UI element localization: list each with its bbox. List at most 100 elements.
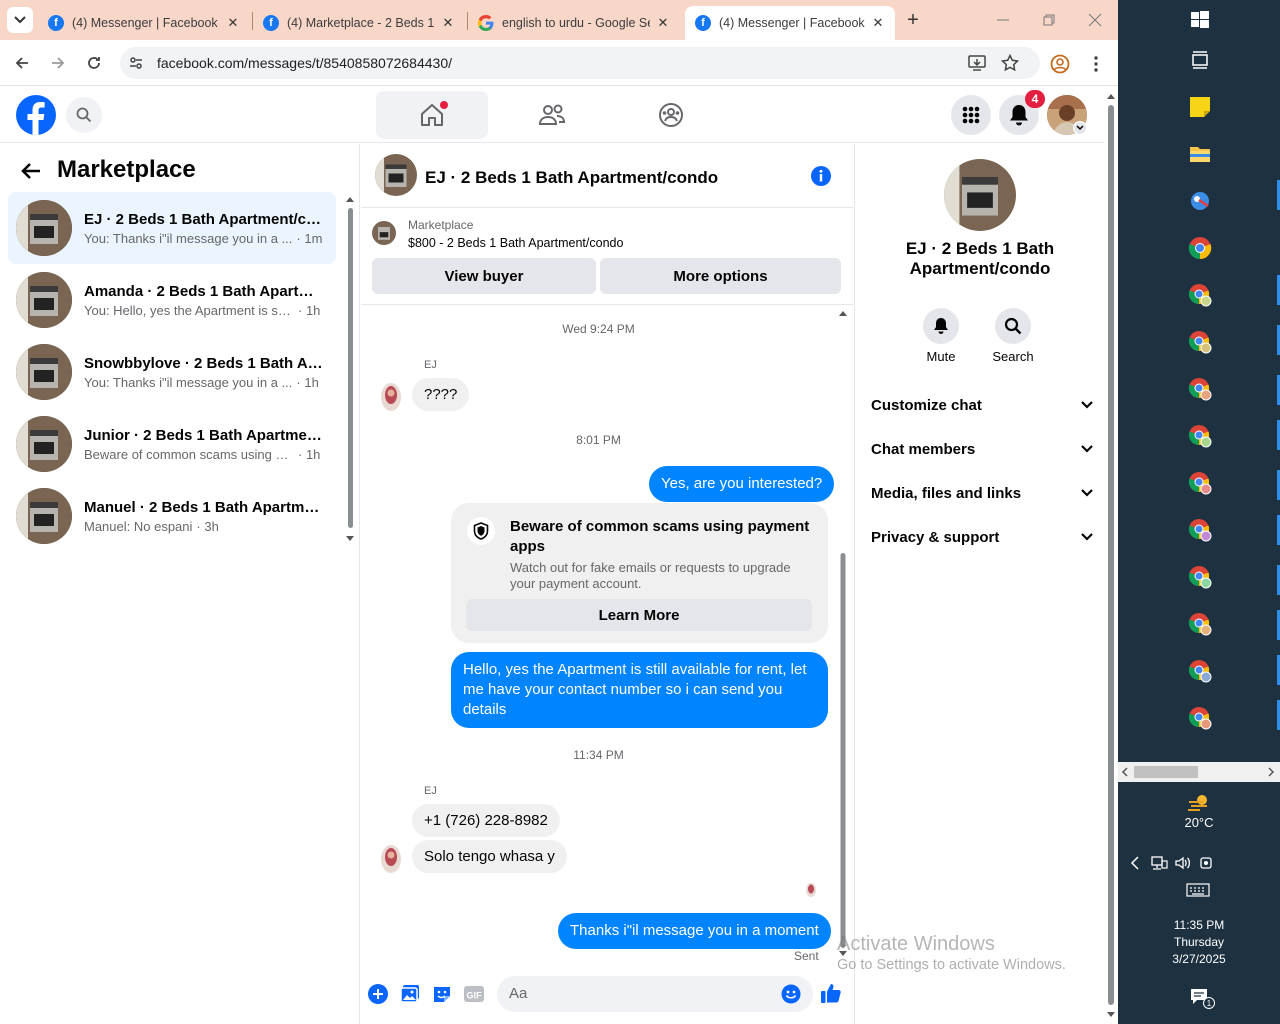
view-buyer-button[interactable]: View buyer [372,258,596,294]
clock-day[interactable]: Thursday [1118,935,1280,949]
emoji-icon[interactable] [781,984,801,1004]
thumbs-up-icon[interactable] [820,982,842,1004]
close-tab-icon[interactable]: ✕ [441,15,455,31]
site-info-icon[interactable] [128,55,144,71]
chrome-profile-icon[interactable] [1188,377,1212,401]
tab-title: (4) Messenger | Facebook [72,16,218,30]
conversation-item[interactable]: Amanda · 2 Beds 1 Bath Apartm... You: He… [8,264,336,336]
menu-button[interactable] [951,95,991,135]
minimize-button[interactable] [995,12,1011,28]
browser-tab[interactable]: english to urdu - Google Se ✕ [468,6,680,40]
task-view-icon[interactable] [1188,48,1212,72]
chat-avatar[interactable] [375,154,417,196]
close-tab-icon[interactable]: ✕ [871,15,885,31]
restore-button[interactable] [1041,12,1057,28]
chrome-profile-icon[interactable] [1188,330,1212,354]
outgoing-message[interactable]: Thanks i"il message you in a moment [558,913,831,949]
photo-icon[interactable] [400,984,420,1004]
facebook-logo-icon[interactable] [16,95,56,135]
tab-search-dropdown[interactable] [7,7,33,33]
info-icon[interactable] [810,165,832,187]
back-button[interactable] [11,52,33,74]
conversation-item[interactable]: Snowbbylove · 2 Beds 1 Bath Ap... You: T… [8,336,336,408]
list-scrollbar[interactable] [345,196,355,546]
install-app-icon[interactable] [968,55,986,71]
chrome-profile-icon[interactable] [1188,424,1212,448]
more-options-button[interactable]: More options [600,258,841,294]
touch-keyboard-icon[interactable] [1186,882,1210,898]
profile-icon[interactable] [1050,54,1070,74]
section-label: Chat members [871,440,976,458]
incoming-message[interactable]: ???? [412,378,470,411]
weather-icon[interactable] [1186,792,1214,812]
search-conversation-button[interactable] [995,308,1031,344]
browser-menu-icon[interactable] [1090,54,1102,74]
page-scrollbar[interactable] [1104,87,1118,1024]
chrome-profile-icon[interactable] [1188,283,1212,307]
sticker-icon[interactable] [432,984,452,1004]
show-hidden-icons-icon[interactable] [1128,855,1142,871]
back-arrow-icon[interactable] [20,160,44,184]
learn-more-button[interactable]: Learn More [466,599,812,631]
incoming-message[interactable]: Solo tengo whasa y [412,840,567,873]
gif-icon[interactable]: GIF [463,984,485,1004]
snipping-tool-icon[interactable] [1188,189,1212,213]
chrome-profile-icon[interactable] [1188,706,1212,730]
new-tab-button[interactable]: + [903,10,923,30]
listing-banner: Marketplace $800 - 2 Beds 1 Bath Apartme… [361,209,853,305]
section-media-files-links[interactable]: Media, files and links [871,475,1093,511]
sender-avatar[interactable] [381,383,401,411]
sticky-notes-icon[interactable] [1188,95,1212,119]
listing-thumbnail[interactable] [372,221,396,245]
chat-scrollbar[interactable] [837,308,849,961]
file-explorer-icon[interactable] [1188,142,1212,166]
nav-groups[interactable] [615,91,727,139]
listing-price-title[interactable]: $800 - 2 Beds 1 Bath Apartment/condo [408,236,623,250]
browser-tab-active[interactable]: f (4) Messenger | Facebook ✕ [685,6,895,40]
search-button[interactable] [66,97,102,133]
section-customize-chat[interactable]: Customize chat [871,387,1093,423]
nav-home[interactable] [376,91,488,139]
outgoing-message[interactable]: Hello, yes the Apartment is still availa… [451,652,828,728]
close-tab-icon[interactable]: ✕ [656,15,670,31]
conversation-item[interactable]: Manuel · 2 Beds 1 Bath Apartme... Manuel… [8,480,336,552]
browser-tab[interactable]: f (4) Marketplace - 2 Beds 1 ✕ [253,6,465,40]
weather-temperature[interactable]: 20°C [1118,815,1280,830]
taskbar-horizontal-scrollbar[interactable] [1118,762,1280,782]
forward-button[interactable] [47,52,69,74]
network-icon[interactable] [1150,855,1168,871]
incoming-message[interactable]: +1 (726) 228-8982 [412,804,560,837]
close-window-button[interactable] [1087,12,1103,28]
sender-avatar[interactable] [381,845,401,873]
chat-title[interactable]: EJ · 2 Beds 1 Bath Apartment/condo [425,168,718,188]
chrome-profile-icon[interactable] [1188,659,1212,683]
conversation-item[interactable]: Junior · 2 Beds 1 Bath Apartmen... Bewar… [8,408,336,480]
meet-now-icon[interactable] [1198,855,1216,871]
mute-button[interactable] [923,308,959,344]
clock-time[interactable]: 11:35 PM [1118,918,1280,932]
bookmark-star-icon[interactable] [1001,54,1019,72]
plus-icon[interactable] [368,984,388,1004]
browser-tab[interactable]: f (4) Messenger | Facebook ✕ [38,6,250,40]
nav-friends[interactable] [496,91,608,139]
conversation-preview: You: Thanks i"il message you in a ... [84,230,293,246]
account-chevron-icon[interactable] [1073,121,1087,135]
chrome-profile-icon[interactable] [1188,471,1212,495]
volume-icon[interactable] [1174,855,1192,871]
conversation-item[interactable]: EJ · 2 Beds 1 Bath Apartment/co... You: … [8,192,336,264]
section-privacy-support[interactable]: Privacy & support [871,519,1093,555]
chrome-profile-icon[interactable] [1188,612,1212,636]
chrome-profile-icon[interactable] [1188,565,1212,589]
chrome-icon[interactable] [1188,236,1212,260]
url-text: facebook.com/messages/t/8540858072684430… [157,55,452,71]
chrome-profile-icon[interactable] [1188,518,1212,542]
close-tab-icon[interactable]: ✕ [226,15,240,31]
section-chat-members[interactable]: Chat members [871,431,1093,467]
windows-start-icon[interactable] [1188,8,1212,32]
clock-date[interactable]: 3/27/2025 [1118,952,1280,966]
outgoing-message[interactable]: Yes, are you interested? [649,466,835,502]
tab-title: (4) Marketplace - 2 Beds 1 [287,16,435,30]
reload-button[interactable] [83,52,105,74]
message-input[interactable]: Aa [497,976,813,1012]
url-omnibox[interactable]: facebook.com/messages/t/8540858072684430… [120,47,1040,79]
